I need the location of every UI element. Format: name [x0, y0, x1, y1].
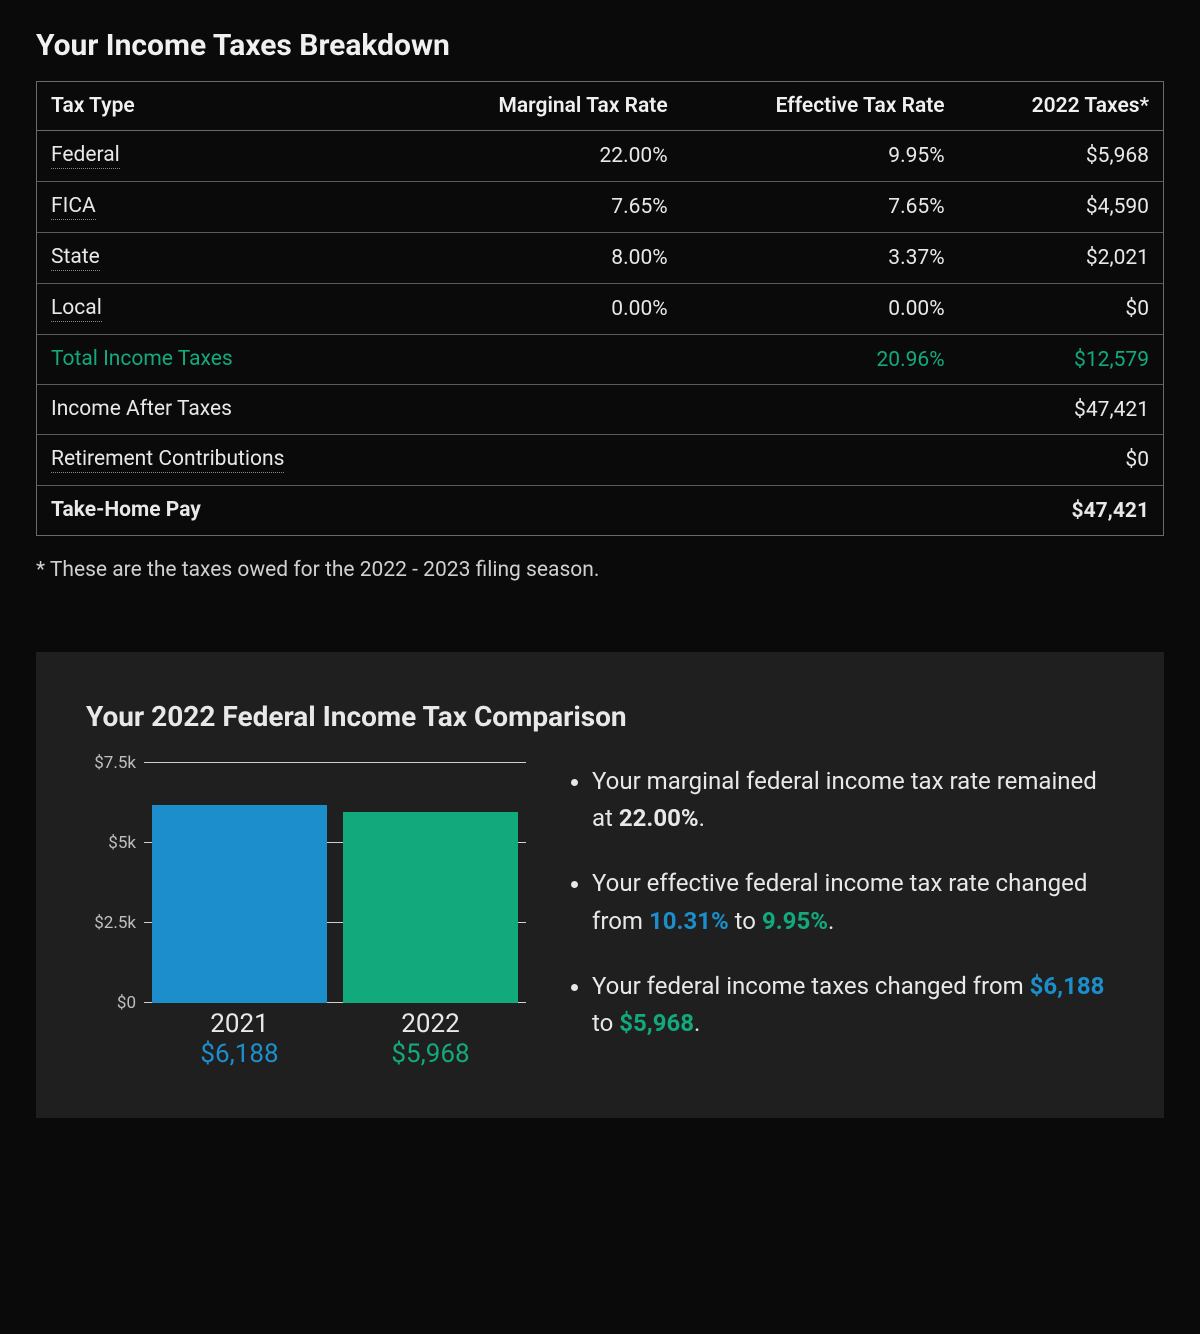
bullet-effective: Your effective federal income tax rate c… — [592, 865, 1114, 939]
row-label-fica: FICA — [51, 194, 96, 220]
table-row-takehome: Take-Home Pay $47,421 — [37, 486, 1163, 536]
row-label-state: State — [51, 245, 100, 271]
cell-value — [405, 435, 682, 486]
x-category: 2022 — [335, 1009, 526, 1039]
col-marginal-rate: Marginal Tax Rate — [405, 82, 682, 131]
footnote: * These are the taxes owed for the 2022 … — [36, 558, 1164, 582]
cell-value: $0 — [959, 435, 1163, 486]
col-effective-rate: Effective Tax Rate — [682, 82, 959, 131]
comparison-title: Your 2022 Federal Income Tax Comparison — [86, 700, 1114, 733]
x-category: 2021 — [144, 1009, 335, 1039]
table-row-total: Total Income Taxes 20.96% $12,579 — [37, 335, 1163, 385]
cell-value: $5,968 — [959, 131, 1163, 182]
tax-breakdown-table-wrap: Tax Type Marginal Tax Rate Effective Tax… — [36, 81, 1164, 536]
cell-value: 7.65% — [405, 182, 682, 233]
chart-x-axis: 2021 $6,188 2022 $5,968 — [144, 1003, 526, 1069]
chart-y-axis: $7.5k $5k $2.5k $0 — [86, 763, 144, 1003]
row-label-takehome: Take-Home Pay — [51, 498, 201, 523]
cell-value — [682, 486, 959, 536]
y-tick: $7.5k — [94, 753, 136, 773]
cell-value: 3.37% — [682, 233, 959, 284]
chart-bar — [152, 805, 328, 1003]
bullet-amount: Your federal income taxes changed from $… — [592, 968, 1114, 1042]
cell-value: 9.95% — [682, 131, 959, 182]
bullet-marginal: Your marginal federal income tax rate re… — [592, 763, 1114, 837]
row-label-local: Local — [51, 296, 102, 322]
cell-value: $12,579 — [959, 335, 1163, 385]
cell-value: 20.96% — [682, 335, 959, 385]
table-row: Federal 22.00% 9.95% $5,968 — [37, 131, 1163, 182]
chart-bar — [343, 812, 519, 1003]
cell-value: 8.00% — [405, 233, 682, 284]
cell-value: $47,421 — [959, 385, 1163, 435]
breakdown-title: Your Income Taxes Breakdown — [36, 28, 1164, 63]
comparison-chart: $7.5k $5k $2.5k $0 2021 $6,188 — [86, 763, 526, 1070]
row-label-federal: Federal — [51, 143, 120, 169]
table-row: State 8.00% 3.37% $2,021 — [37, 233, 1163, 284]
cell-value: 0.00% — [405, 284, 682, 335]
cell-value — [405, 486, 682, 536]
row-label-retirement: Retirement Contributions — [51, 447, 284, 473]
table-row: Income After Taxes $47,421 — [37, 385, 1163, 435]
table-row: Local 0.00% 0.00% $0 — [37, 284, 1163, 335]
x-value: $5,968 — [335, 1039, 526, 1069]
cell-value — [682, 385, 959, 435]
y-tick: $2.5k — [94, 913, 136, 933]
tax-breakdown-table: Tax Type Marginal Tax Rate Effective Tax… — [37, 82, 1163, 535]
cell-value: $47,421 — [959, 486, 1163, 536]
cell-value — [405, 385, 682, 435]
cell-value: 0.00% — [682, 284, 959, 335]
col-tax-type: Tax Type — [37, 82, 405, 131]
comparison-bullets: Your marginal federal income tax rate re… — [566, 763, 1114, 1042]
x-value: $6,188 — [144, 1039, 335, 1069]
y-tick: $5k — [108, 833, 136, 853]
comparison-panel: Your 2022 Federal Income Tax Comparison … — [36, 652, 1164, 1118]
cell-value: 22.00% — [405, 131, 682, 182]
row-label-after: Income After Taxes — [51, 397, 232, 422]
cell-value: $4,590 — [959, 182, 1163, 233]
cell-value — [405, 335, 682, 385]
chart-plot-area — [144, 763, 526, 1003]
table-row: FICA 7.65% 7.65% $4,590 — [37, 182, 1163, 233]
col-taxes: 2022 Taxes* — [959, 82, 1163, 131]
cell-value: 7.65% — [682, 182, 959, 233]
table-header-row: Tax Type Marginal Tax Rate Effective Tax… — [37, 82, 1163, 131]
cell-value: $2,021 — [959, 233, 1163, 284]
cell-value: $0 — [959, 284, 1163, 335]
cell-value — [682, 435, 959, 486]
y-tick: $0 — [117, 993, 136, 1013]
row-label-total: Total Income Taxes — [51, 347, 233, 372]
table-row: Retirement Contributions $0 — [37, 435, 1163, 486]
